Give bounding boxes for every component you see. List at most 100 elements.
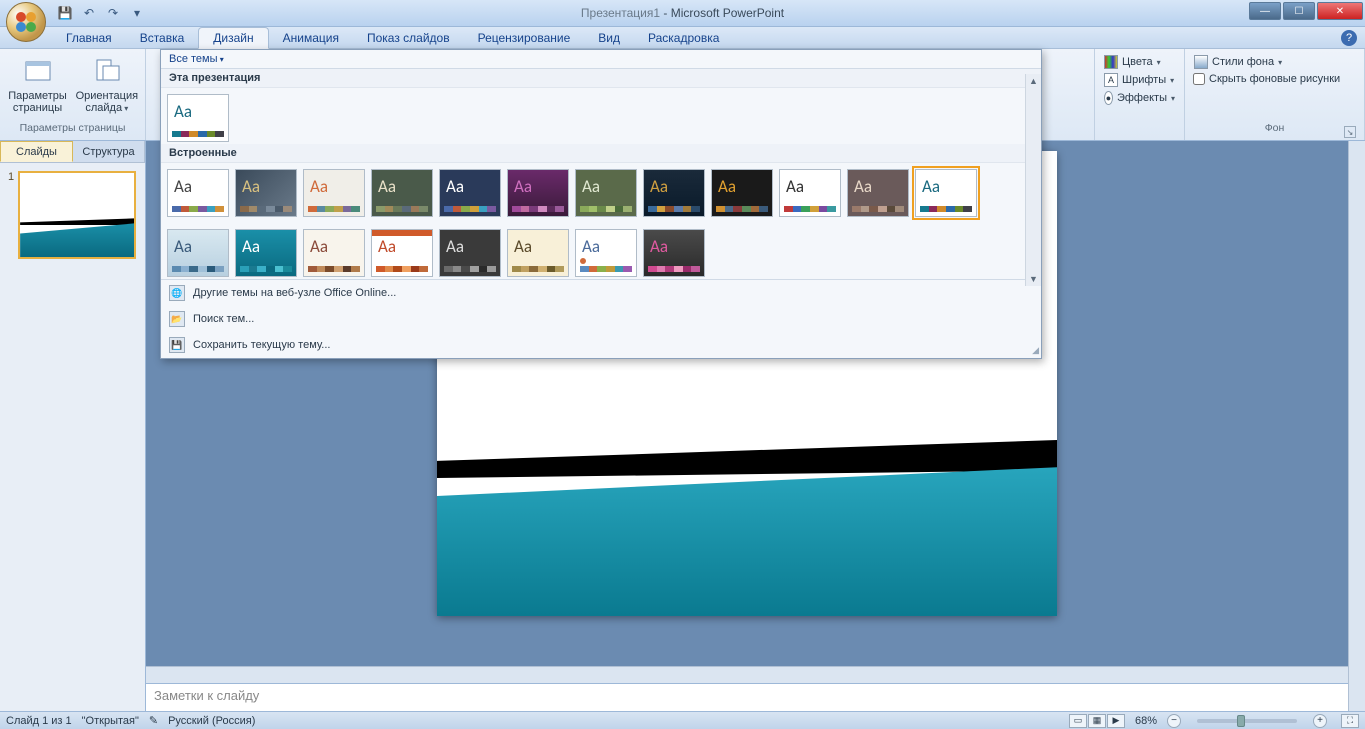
office-button[interactable]: [6, 2, 46, 42]
view-slideshow-button[interactable]: ▶: [1107, 714, 1125, 728]
tab-view[interactable]: Вид: [584, 28, 634, 48]
gallery-browse[interactable]: 📂Поиск тем...: [161, 306, 1041, 332]
tab-slideshow[interactable]: Показ слайдов: [353, 28, 464, 48]
theme-aa-label: Aa: [378, 236, 396, 257]
theme-item-r1-9[interactable]: Aa: [779, 169, 841, 217]
view-sorter-button[interactable]: ▦: [1088, 714, 1106, 728]
scroll-down-icon[interactable]: ▼: [1029, 274, 1038, 284]
undo-icon[interactable]: ↶: [80, 4, 98, 22]
status-language[interactable]: Русский (Россия): [168, 715, 255, 727]
zoom-slider[interactable]: [1197, 719, 1297, 723]
gallery-resize-grip[interactable]: ◢: [1032, 345, 1039, 356]
notes-pane[interactable]: Заметки к слайду: [146, 683, 1348, 711]
bg-styles-icon: [1194, 55, 1208, 69]
theme-item-r1-4[interactable]: Aa: [439, 169, 501, 217]
gallery-save-current[interactable]: 💾Сохранить текущую тему...: [161, 332, 1041, 358]
theme-item-r2-3[interactable]: Aa: [371, 229, 433, 277]
tab-design[interactable]: Дизайн: [198, 27, 268, 49]
theme-item-r1-5[interactable]: Aa: [507, 169, 569, 217]
view-buttons: ▭ ▦ ▶: [1069, 714, 1125, 728]
tab-home[interactable]: Главная: [52, 28, 126, 48]
theme-color-bar: [444, 266, 496, 272]
group-page-setup: Параметры страницы Ориентация слайда Пар…: [0, 49, 146, 140]
maximize-button[interactable]: ☐: [1283, 2, 1315, 20]
tab-outline[interactable]: Структура: [73, 141, 145, 162]
theme-color-bar: [512, 206, 564, 212]
theme-item-r2-5[interactable]: Aa: [507, 229, 569, 277]
tab-slides[interactable]: Слайды: [0, 141, 73, 162]
theme-color-bar: [512, 266, 564, 272]
theme-item-current[interactable]: Aa: [167, 94, 229, 142]
theme-item-r1-8[interactable]: Aa: [711, 169, 773, 217]
theme-item-r1-7[interactable]: Aa: [643, 169, 705, 217]
theme-color-bar: [376, 206, 428, 212]
bg-launcher-icon[interactable]: ↘: [1344, 126, 1356, 138]
theme-aa-label: Aa: [378, 176, 396, 197]
gallery-footer: 🌐Другие темы на веб-узле Office Online..…: [161, 279, 1041, 358]
theme-item-r1-11[interactable]: Aa: [915, 169, 977, 217]
theme-item-r1-0[interactable]: Aa: [167, 169, 229, 217]
theme-item-r1-6[interactable]: Aa: [575, 169, 637, 217]
theme-item-r1-3[interactable]: Aa: [371, 169, 433, 217]
orientation-button[interactable]: Ориентация слайда: [74, 53, 140, 118]
theme-color-bar: [784, 206, 836, 212]
theme-item-r1-2[interactable]: Aa: [303, 169, 365, 217]
background-styles-button[interactable]: Стили фона: [1191, 53, 1358, 71]
scroll-up-icon[interactable]: ▲: [1029, 76, 1038, 86]
theme-item-r2-6[interactable]: Aa: [575, 229, 637, 277]
view-normal-button[interactable]: ▭: [1069, 714, 1087, 728]
gallery-scrollbar[interactable]: ▲ ▼: [1025, 74, 1041, 286]
zoom-in-button[interactable]: +: [1313, 714, 1327, 728]
zoom-slider-thumb[interactable]: [1237, 715, 1245, 727]
status-bar: Слайд 1 из 1 "Открытая" ✎ Русский (Росси…: [0, 711, 1365, 729]
hide-bg-checkbox-row[interactable]: Скрыть фоновые рисунки: [1191, 71, 1358, 87]
orientation-label: Ориентация слайда: [76, 90, 138, 115]
status-spell-icon[interactable]: ✎: [149, 714, 158, 727]
group-background: Стили фона Скрыть фоновые рисунки Фон↘: [1185, 49, 1365, 140]
theme-color-bar: [920, 206, 972, 212]
qat-more-icon[interactable]: ▾: [128, 4, 146, 22]
close-button[interactable]: ✕: [1317, 2, 1363, 20]
zoom-out-button[interactable]: −: [1167, 714, 1181, 728]
ribbon-tabs: Главная Вставка Дизайн Анимация Показ сл…: [0, 27, 1365, 49]
slide-thumbnail-1[interactable]: 1: [8, 171, 137, 259]
tab-review[interactable]: Рецензирование: [464, 28, 585, 48]
fonts-button[interactable]: AШрифты: [1101, 71, 1178, 89]
theme-item-r1-10[interactable]: Aa: [847, 169, 909, 217]
colors-button[interactable]: Цвета: [1101, 53, 1178, 71]
theme-aa-label: Aa: [582, 176, 600, 197]
page-setup-icon: [22, 56, 54, 88]
hide-bg-checkbox[interactable]: [1193, 73, 1205, 85]
left-tabs: Слайды Структура: [0, 141, 145, 163]
theme-item-r2-2[interactable]: Aa: [303, 229, 365, 277]
theme-aa-label: Aa: [650, 176, 668, 197]
gallery-more-online[interactable]: 🌐Другие темы на веб-узле Office Online..…: [161, 280, 1041, 306]
theme-item-r2-4[interactable]: Aa: [439, 229, 501, 277]
help-button[interactable]: ?: [1341, 30, 1357, 46]
fonts-icon: A: [1104, 73, 1118, 87]
theme-item-r2-7[interactable]: Aa: [643, 229, 705, 277]
save-icon[interactable]: 💾: [56, 4, 74, 22]
save-theme-icon: 💾: [169, 337, 185, 353]
tab-animation[interactable]: Анимация: [269, 28, 353, 48]
theme-item-r2-1[interactable]: Aa: [235, 229, 297, 277]
tab-storyboard[interactable]: Раскадровка: [634, 28, 733, 48]
theme-color-bar: [648, 266, 700, 272]
theme-aa-label: Aa: [174, 176, 192, 197]
theme-color-bar: [172, 131, 224, 137]
vertical-scrollbar[interactable]: [1348, 141, 1365, 711]
window-title: Презентация1 - Microsoft PowerPoint: [581, 6, 784, 20]
gallery-all-themes-header[interactable]: Все темы: [161, 50, 1041, 69]
fit-to-window-button[interactable]: ⛶: [1341, 714, 1359, 728]
tab-insert[interactable]: Вставка: [126, 28, 199, 48]
orientation-icon: [91, 56, 123, 88]
minimize-button[interactable]: —: [1249, 2, 1281, 20]
effects-button[interactable]: ●Эффекты: [1101, 89, 1178, 107]
horizontal-scrollbar[interactable]: [146, 666, 1348, 683]
theme-item-r2-0[interactable]: Aa: [167, 229, 229, 277]
theme-color-bar: [240, 206, 292, 212]
theme-aa-label: Aa: [650, 236, 668, 257]
redo-icon[interactable]: ↷: [104, 4, 122, 22]
theme-item-r1-1[interactable]: Aa: [235, 169, 297, 217]
page-setup-button[interactable]: Параметры страницы: [5, 53, 70, 118]
